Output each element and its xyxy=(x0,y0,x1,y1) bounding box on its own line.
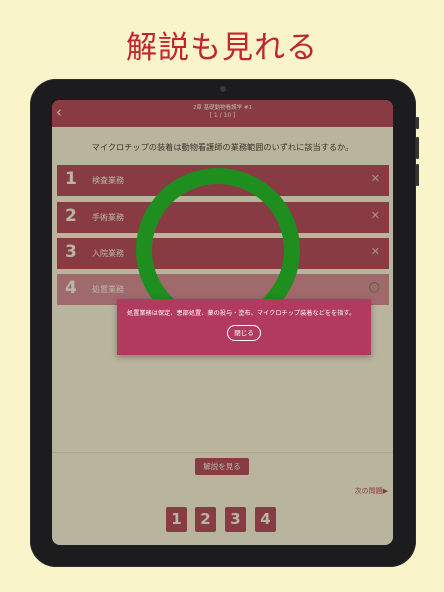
tablet-volume-up xyxy=(416,137,419,159)
explanation-popup: 処置業務は保定、患部処置、薬の投与・塗布、マイクロチップ装着などをを指す。 閉じ… xyxy=(117,299,371,355)
tablet-volume-down xyxy=(416,164,419,186)
tablet-frame: ‹ 2章 基礎動物看護学 #1 [ 1 / 10 ] マイクロチップの装着は動物… xyxy=(30,79,419,567)
promo-headline: 解説も見れる xyxy=(126,30,318,66)
app-screen: ‹ 2章 基礎動物看護学 #1 [ 1 / 10 ] マイクロチップの装着は動物… xyxy=(52,100,393,545)
tablet-side-button xyxy=(416,117,419,129)
camera-icon xyxy=(220,86,226,92)
close-button[interactable]: 閉じる xyxy=(227,325,261,341)
explanation-text: 処置業務は保定、患部処置、薬の投与・塗布、マイクロチップ装着などをを指す。 xyxy=(127,310,356,317)
